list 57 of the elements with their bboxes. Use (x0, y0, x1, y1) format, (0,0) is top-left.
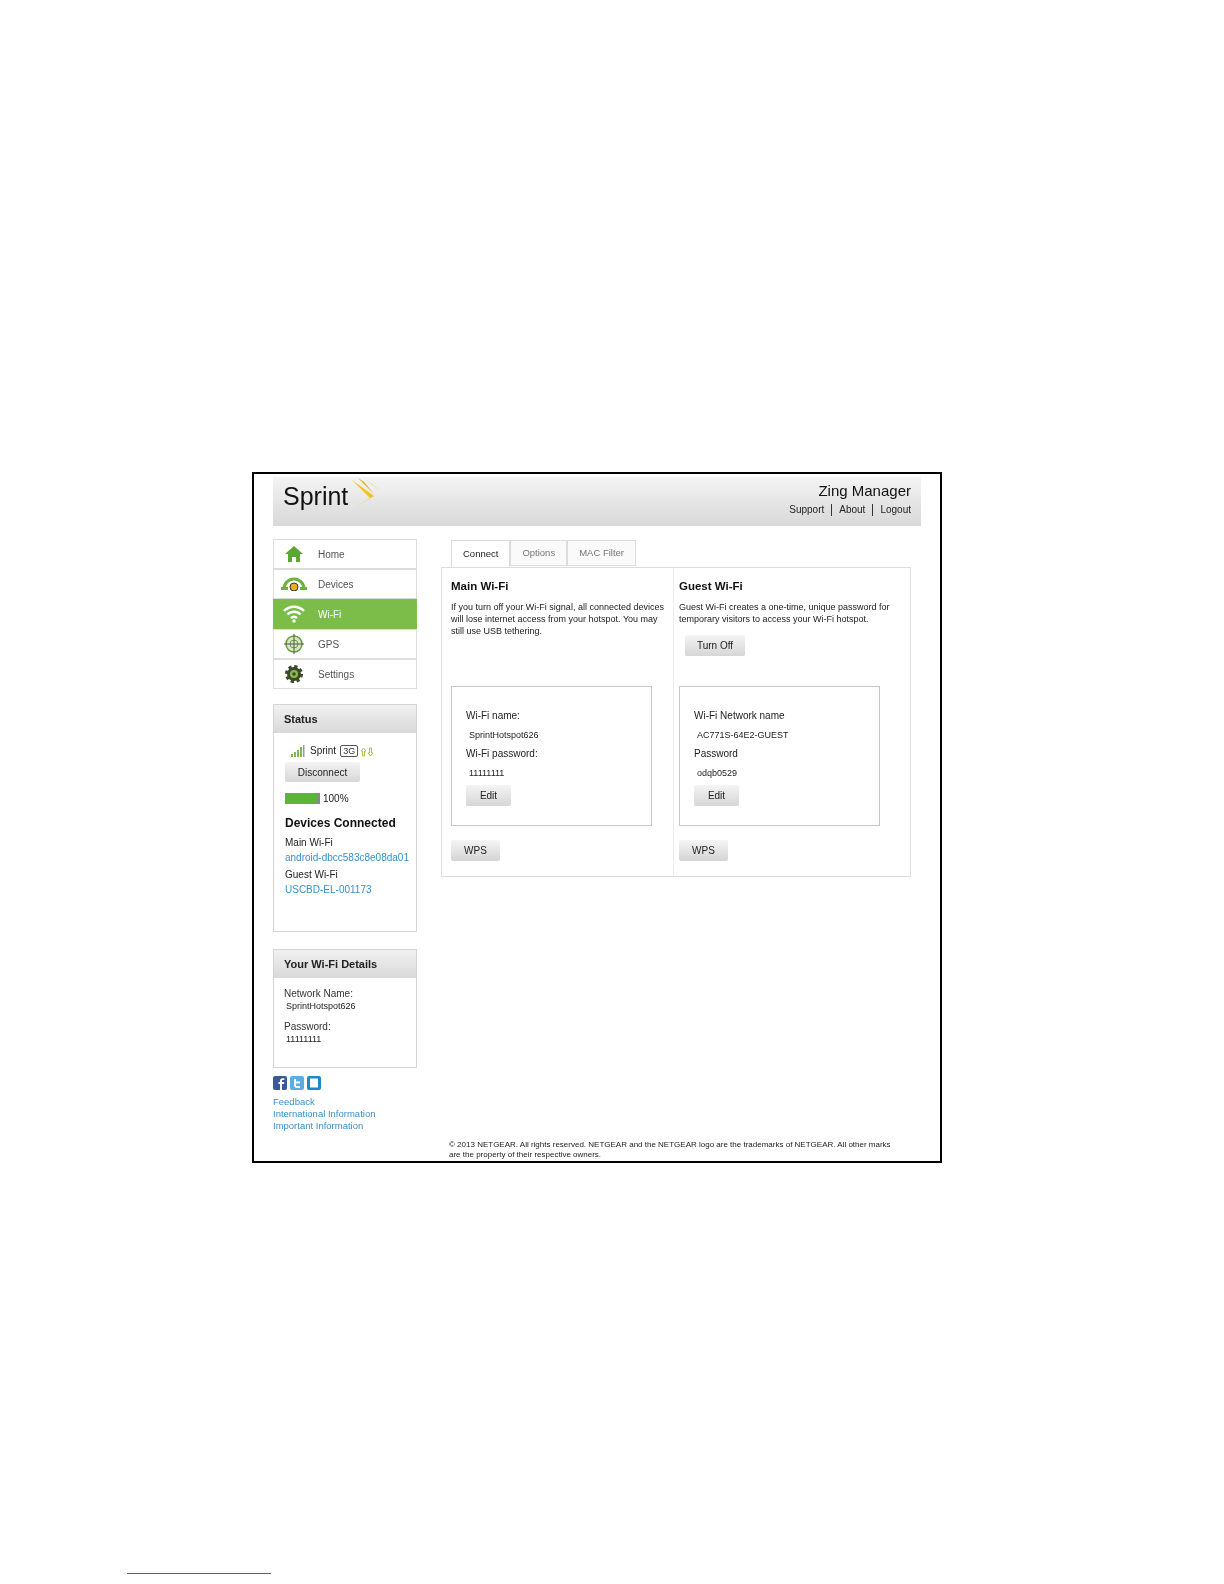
gear-icon (284, 664, 304, 684)
tab[interactable]: Options (510, 540, 568, 566)
footer-link[interactable]: Feedback (273, 1096, 417, 1108)
section-heading: Main Wi-Fi (451, 579, 509, 594)
nav-item[interactable]: GPS (273, 629, 417, 659)
edit-button[interactable]: Edit (694, 785, 739, 806)
field-label: Wi-Fi Network name (694, 710, 786, 722)
carrier-name: Sprint (310, 745, 337, 757)
field-value: 11111111 (285, 1033, 323, 1045)
section-heading: Devices Connected (285, 814, 397, 832)
nav-item[interactable]: Settings (273, 659, 417, 689)
field-value: SprintHotspot626 (468, 729, 540, 741)
panel-title: Status (274, 705, 416, 733)
header-link[interactable]: About (839, 504, 866, 516)
header-link[interactable]: Support (789, 504, 825, 516)
turn-off-button[interactable]: Turn Off (685, 635, 745, 657)
battery-reading: 100% (323, 791, 349, 806)
app-title: Zing Manager (818, 482, 911, 500)
field-label: Wi-Fi password: (466, 748, 539, 760)
header-link[interactable]: Logout (880, 504, 911, 516)
device-link[interactable]: android-dbcc583c8e08da01 (285, 851, 416, 864)
up-down-arrows-icon (360, 747, 375, 757)
wps-button[interactable]: WPS (451, 840, 500, 861)
home-icon (285, 546, 303, 562)
description-text: If you turn off your Wi-Fi signal, all connected devices will lose internet access from your hotspot. You may still use USB tethering. (451, 601, 665, 638)
copyright-text: © 2013 NETGEAR. All rights reserved. NETGEAR and the NETGEAR logo are the trademarks of NETGEAR. All other marks are the property of their respective owners. (449, 1140, 892, 1160)
description-text: Guest Wi-Fi creates a one-time, unique password for temporary visitors to access your Wi-Fi hotspot. (679, 601, 891, 626)
section-heading: Guest Wi-Fi (679, 579, 743, 594)
footer-link[interactable]: International Information (273, 1108, 417, 1120)
field-value: 11111111 (468, 767, 506, 779)
field-label: Password (694, 748, 739, 760)
logo-text: Sprint (283, 484, 349, 509)
field-value: AC771S-64E2-GUEST (696, 729, 790, 741)
field-value: odqb0529 (696, 767, 739, 779)
group-label: Guest Wi-Fi (285, 868, 339, 881)
wps-button[interactable]: WPS (679, 840, 728, 861)
network-type: 3G (340, 745, 359, 757)
tablet-icon[interactable] (307, 1076, 321, 1090)
field-label: Password: (284, 1021, 332, 1033)
disconnect-button[interactable]: Disconnect (285, 762, 360, 782)
facebook-icon[interactable] (273, 1076, 287, 1090)
group-label: Main Wi-Fi (285, 836, 334, 849)
field-label: Network Name: (284, 988, 354, 1000)
signal-icon (291, 745, 305, 757)
nav-item[interactable]: Devices (273, 569, 417, 599)
tab[interactable]: MAC Filter (567, 540, 636, 566)
tab[interactable]: Connect (451, 540, 511, 568)
nav-item[interactable]: Home (273, 539, 417, 569)
panel-title: Your Wi-Fi Details (274, 950, 416, 978)
target-icon (284, 634, 304, 654)
device-link[interactable]: USCBD-EL-001173 (285, 883, 416, 896)
gauge-icon (281, 577, 307, 591)
edit-button[interactable]: Edit (466, 785, 511, 806)
footer-link[interactable]: Important Information (273, 1120, 417, 1132)
field-label: Wi-Fi name: (466, 710, 521, 722)
field-value: SprintHotspot626 (285, 1000, 357, 1012)
wifi-icon (283, 605, 305, 623)
